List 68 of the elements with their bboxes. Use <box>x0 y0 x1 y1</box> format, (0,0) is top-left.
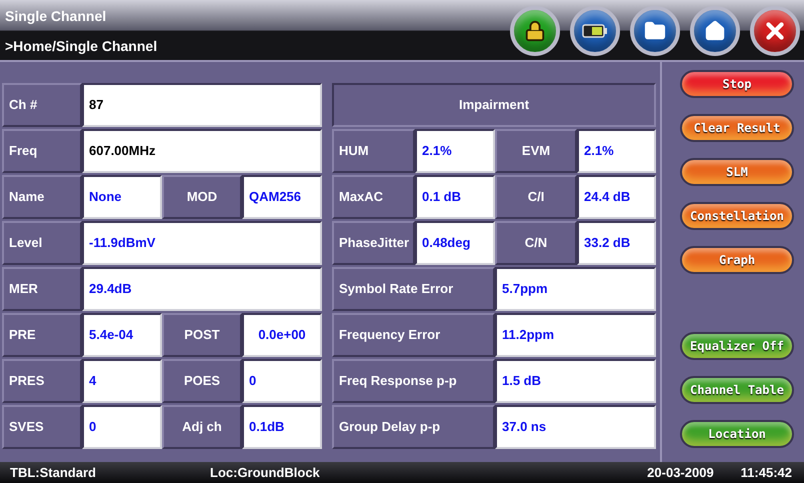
field-value: 4 <box>82 359 162 403</box>
action-button[interactable]: Location <box>680 420 794 448</box>
field-value: -11.9dBmV <box>82 221 322 265</box>
lock-icon <box>524 20 546 42</box>
section-header: Impairment <box>332 83 656 127</box>
field-value: 0 <box>82 405 162 449</box>
action-button[interactable]: SLM <box>680 158 794 186</box>
field-value: 0.48deg <box>415 221 495 265</box>
field-label: C/I <box>495 175 577 219</box>
field-value: 87 <box>82 83 322 127</box>
field-label: PRE <box>2 313 82 357</box>
field-value: 29.4dB <box>82 267 322 311</box>
close-button[interactable] <box>750 6 800 56</box>
field-label: Ch # <box>2 83 82 127</box>
field-value: 0.1dB <box>242 405 322 449</box>
action-button[interactable]: Equalizer Off <box>680 332 794 360</box>
field-value: 11.2ppm <box>495 313 656 357</box>
field-value: 1.5 dB <box>495 359 656 403</box>
action-button[interactable]: Stop <box>680 70 794 98</box>
field-value: 607.00MHz <box>82 129 322 173</box>
field-label: Adj ch <box>162 405 242 449</box>
field-label: Freq <box>2 129 82 173</box>
field-label: HUM <box>332 129 415 173</box>
field-label: MER <box>2 267 82 311</box>
field-label: Name <box>2 175 82 219</box>
field-value: 5.7ppm <box>495 267 656 311</box>
field-label: Freq Response p-p <box>332 359 495 403</box>
field-label: MaxAC <box>332 175 415 219</box>
field-value: 0.1 dB <box>415 175 495 219</box>
field-value: 37.0 ns <box>495 405 656 449</box>
field-value: 2.1% <box>577 129 656 173</box>
lock-button[interactable] <box>510 6 560 56</box>
field-label: EVM <box>495 129 577 173</box>
field-value: 0 <box>242 359 322 403</box>
field-label: Group Delay p-p <box>332 405 495 449</box>
field-label: C/N <box>495 221 577 265</box>
action-button[interactable]: Constellation <box>680 202 794 230</box>
home-button[interactable] <box>690 6 740 56</box>
field-label: Level <box>2 221 82 265</box>
battery-icon <box>582 23 608 39</box>
field-label: SVES <box>2 405 82 449</box>
field-value: 33.2 dB <box>577 221 656 265</box>
field-label: MOD <box>162 175 242 219</box>
action-button[interactable]: Clear Result <box>680 114 794 142</box>
folder-button[interactable] <box>630 6 680 56</box>
status-text: Loc:GroundBlock <box>210 464 320 482</box>
field-label: PRES <box>2 359 82 403</box>
action-button[interactable]: Graph <box>680 246 794 274</box>
field-label: Frequency Error <box>332 313 495 357</box>
field-value: 0.0e+00 <box>242 313 322 357</box>
field-value: 5.4e-04 <box>82 313 162 357</box>
battery-button[interactable] <box>570 6 620 56</box>
field-value: QAM256 <box>242 175 322 219</box>
field-value: 24.4 dB <box>577 175 656 219</box>
field-label: POST <box>162 313 242 357</box>
status-text: 20-03-2009 <box>647 464 714 482</box>
folder-icon <box>644 20 666 42</box>
action-button[interactable]: Channel Table <box>680 376 794 404</box>
status-text: TBL:Standard <box>10 464 97 482</box>
field-value: None <box>82 175 162 219</box>
field-label: POES <box>162 359 242 403</box>
window-title: Single Channel <box>5 6 106 26</box>
field-value: 2.1% <box>415 129 495 173</box>
breadcrumb: >Home/Single Channel <box>5 36 158 56</box>
home-icon <box>704 20 726 42</box>
status-text: 11:45:42 <box>740 464 792 482</box>
field-label: PhaseJitter <box>332 221 415 265</box>
field-label: Symbol Rate Error <box>332 267 495 311</box>
